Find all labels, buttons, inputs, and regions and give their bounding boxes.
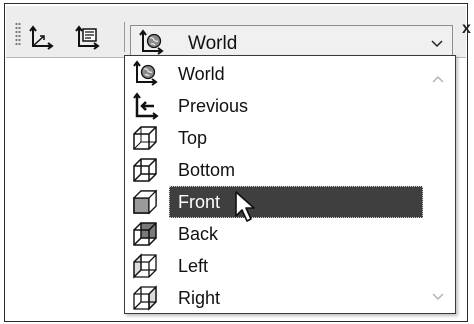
list-item-top[interactable]: Top	[129, 122, 423, 154]
list-item-left[interactable]: Left	[129, 250, 423, 282]
list-item-front[interactable]: Front	[129, 186, 423, 218]
toolbar-separator	[124, 22, 125, 52]
list-item-label: Previous	[178, 96, 249, 116]
chevron-up-icon[interactable]	[430, 72, 446, 84]
ucs-toolbar: World x	[6, 6, 471, 61]
coordinate-axes-button[interactable]	[26, 24, 56, 52]
previous-coordinate-icon	[131, 92, 159, 120]
bottom-view-cube-icon	[131, 156, 159, 184]
ucs-dropdown-list: World Previous Top Bottom Front Back Lef…	[124, 55, 456, 314]
world-coordinate-icon	[131, 60, 159, 88]
chevron-down-icon[interactable]	[429, 37, 445, 51]
list-item-previous[interactable]: Previous	[129, 90, 423, 122]
list-item-label: Right	[178, 288, 221, 308]
left-view-cube-icon	[131, 252, 159, 280]
list-item-bottom[interactable]: Bottom	[129, 154, 423, 186]
right-view-cube-icon	[131, 284, 159, 312]
list-item-right[interactable]: Right	[129, 282, 423, 314]
combo-selected-value: World	[188, 33, 238, 54]
toolbar-grip-handle[interactable]	[15, 22, 21, 46]
list-item-back[interactable]: Back	[129, 218, 423, 250]
mouse-pointer-icon	[234, 190, 260, 224]
list-item-world[interactable]: World	[129, 58, 423, 90]
dropdown-scrollbar[interactable]	[425, 58, 451, 311]
coordinate-list-button[interactable]	[72, 24, 102, 52]
world-coordinate-icon	[137, 29, 165, 57]
axes-icon	[29, 25, 54, 50]
close-icon[interactable]: x	[462, 20, 471, 38]
front-view-cube-icon	[131, 188, 159, 216]
list-item-label: Bottom	[178, 160, 236, 180]
list-item-label: Back	[178, 224, 219, 244]
top-view-cube-icon	[131, 124, 159, 152]
chevron-down-icon[interactable]	[430, 290, 446, 302]
list-item-label: Top	[178, 128, 208, 148]
coordinate-list-icon	[75, 25, 100, 50]
list-item-label: Front	[178, 192, 221, 212]
list-item-label: Left	[178, 256, 209, 276]
list-item-label: World	[178, 64, 225, 84]
back-view-cube-icon	[131, 220, 159, 248]
